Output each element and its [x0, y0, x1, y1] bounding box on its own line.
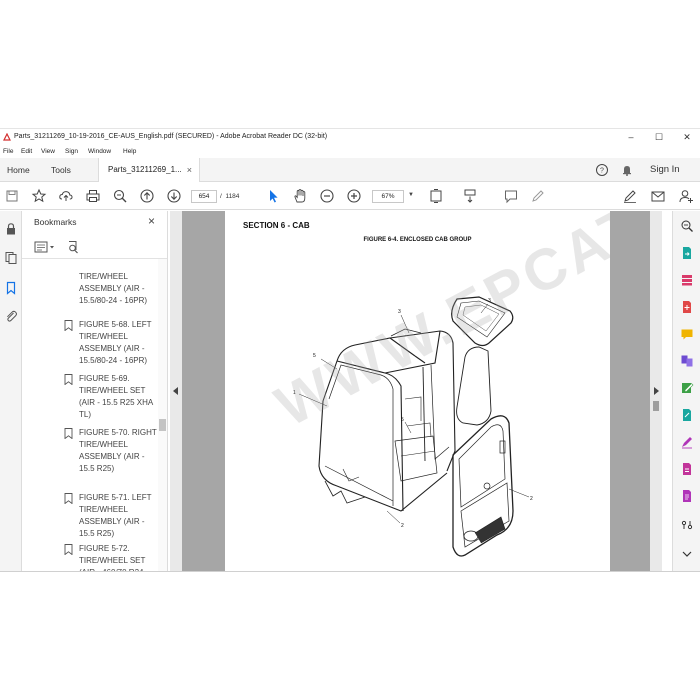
right-tools-rail [672, 211, 700, 571]
document-scrollbar-thumb[interactable] [653, 401, 659, 411]
bookmark-item-icon [64, 428, 73, 439]
bookmarks-scrollbar[interactable] [158, 259, 167, 571]
find-zoom-icon[interactable] [112, 188, 128, 204]
document-tab-label: Parts_31211269_1... [108, 165, 182, 174]
highlight-pen-icon[interactable] [530, 188, 546, 204]
zoom-in-icon[interactable] [346, 188, 362, 204]
bookmark-icon[interactable] [4, 281, 18, 295]
share-email-icon[interactable] [650, 188, 666, 204]
title-bar: Parts_31211269_10-19-2016_CE-AUS_English… [0, 129, 700, 145]
collapse-right-panel-handle[interactable] [650, 211, 662, 571]
zoom-out-icon[interactable] [319, 188, 335, 204]
pages-icon[interactable] [4, 251, 18, 265]
bookmarks-panel: Bookmarks × TIRE/WHEEL ASSEMBLY (AIR - 1… [22, 211, 168, 571]
upload-cloud-icon[interactable] [58, 188, 74, 204]
protect-icon[interactable] [680, 462, 694, 476]
notifications-bell-icon[interactable] [620, 163, 634, 177]
menu-edit[interactable]: Edit [21, 145, 32, 158]
bookmarks-scrollbar-thumb[interactable] [159, 419, 166, 431]
pdf-page: SECTION 6 - CAB FIGURE 6-4. ENCLOSED CAB… [225, 211, 610, 571]
bookmark-item[interactable]: FIGURE 5-71. LEFT TIRE/WHEEL ASSEMBLY (A… [79, 492, 158, 540]
create-pdf-icon[interactable] [680, 300, 694, 314]
collapse-left-arrow-icon [173, 387, 178, 395]
comment-icon[interactable] [503, 188, 519, 204]
bookmarks-list: TIRE/WHEEL ASSEMBLY (AIR - 15.5/80-24 - … [22, 261, 158, 571]
bookmark-item-icon [64, 320, 73, 331]
bookmark-star-icon[interactable] [31, 188, 47, 204]
close-window-button[interactable]: ✕ [674, 129, 700, 145]
tools-settings-icon[interactable] [680, 518, 694, 532]
maximize-button[interactable]: ☐ [646, 129, 672, 145]
callout-label: 2 [401, 523, 404, 529]
sign-in-button[interactable]: Sign In [650, 158, 680, 182]
tab-document[interactable]: Parts_31211269_1... × [98, 158, 200, 182]
minimize-button[interactable]: – [618, 129, 644, 145]
organize-pages-icon[interactable] [680, 273, 694, 287]
zoom-dropdown-chevron-icon[interactable]: ▼ [408, 192, 414, 198]
lock-icon[interactable] [4, 222, 18, 236]
acrobat-app-icon [3, 133, 11, 141]
collapse-right-arrow-icon [654, 387, 659, 395]
menu-view[interactable]: View [41, 145, 55, 158]
callout-label: 2 [530, 496, 533, 502]
bookmark-options-icon[interactable] [34, 241, 56, 253]
search-zoom-icon[interactable] [680, 219, 694, 233]
tab-home[interactable]: Home [7, 158, 30, 182]
add-bookmark-icon[interactable] [66, 240, 80, 254]
send-for-signature-icon[interactable] [680, 435, 694, 449]
tab-tools[interactable]: Tools [51, 158, 71, 182]
previous-page-icon[interactable] [139, 188, 155, 204]
more-tools-icon[interactable] [680, 489, 694, 503]
bookmark-item[interactable]: FIGURE 5-72. TIRE/WHEEL SET (AIR - 460/7… [79, 543, 158, 571]
close-bookmarks-button[interactable]: × [148, 214, 155, 228]
menu-bar: File Edit View Sign Window Help [0, 145, 700, 158]
left-navigation-rail [0, 211, 22, 571]
page-total: / 1184 [220, 190, 239, 203]
export-pdf-icon[interactable] [680, 246, 694, 260]
next-page-icon[interactable] [166, 188, 182, 204]
zoom-level-input[interactable]: 67% [372, 190, 404, 203]
share-user-icon[interactable] [678, 188, 694, 204]
bookmark-item-icon [64, 493, 73, 504]
window-title: Parts_31211269_10-19-2016_CE-AUS_English… [14, 133, 328, 140]
bookmark-item[interactable]: FIGURE 5-69. TIRE/WHEEL SET (AIR - 15.5 … [79, 373, 158, 421]
bookmark-item[interactable]: TIRE/WHEEL ASSEMBLY (AIR - 15.5/80-24 - … [79, 271, 158, 307]
help-icon[interactable]: ? [595, 163, 609, 177]
menu-help[interactable]: Help [123, 145, 136, 158]
bookmarks-panel-title: Bookmarks [34, 217, 77, 227]
bookmark-item[interactable]: FIGURE 5-68. LEFT TIRE/WHEEL ASSEMBLY (A… [79, 319, 158, 367]
document-viewport[interactable]: SECTION 6 - CAB FIGURE 6-4. ENCLOSED CAB… [182, 211, 650, 571]
bookmark-item[interactable]: FIGURE 5-70. RIGHT TIRE/WHEEL ASSEMBLY (… [79, 427, 158, 475]
acrobat-window: Parts_31211269_10-19-2016_CE-AUS_English… [0, 128, 700, 572]
sign-pen-icon[interactable] [622, 188, 638, 204]
comment-tool-icon[interactable] [680, 327, 694, 341]
page-total-value: 1184 [225, 193, 240, 200]
bookmark-item-icon [64, 544, 73, 555]
attachment-icon[interactable] [4, 309, 18, 323]
bookmarks-toolbar [22, 235, 167, 259]
bookmark-item-icon [64, 374, 73, 385]
scroll-mode-icon[interactable] [462, 188, 478, 204]
menu-window[interactable]: Window [88, 145, 111, 158]
rail-scroll-down-icon[interactable] [680, 547, 694, 561]
callout-label: 5 [401, 417, 404, 423]
hand-tool-icon[interactable] [292, 188, 308, 204]
close-tab-button[interactable]: × [187, 158, 192, 182]
svg-text:?: ? [600, 168, 604, 175]
combine-files-icon[interactable] [680, 354, 694, 368]
collapse-left-panel-handle[interactable] [170, 211, 182, 571]
page-fit-icon[interactable] [428, 188, 444, 204]
save-icon[interactable] [4, 188, 20, 204]
menu-sign[interactable]: Sign [65, 145, 78, 158]
print-icon[interactable] [85, 188, 101, 204]
menu-file[interactable]: File [3, 145, 13, 158]
tab-bar: Home Tools Parts_31211269_1... × ? Sign … [0, 158, 700, 182]
page-number-input[interactable]: 654 [191, 190, 217, 203]
select-cursor-icon[interactable] [265, 188, 281, 204]
page-separator: / [220, 193, 222, 200]
edit-pdf-icon[interactable] [680, 381, 694, 395]
fill-sign-icon[interactable] [680, 408, 694, 422]
main-toolbar: 654 / 1184 67% ▼ [0, 182, 700, 210]
